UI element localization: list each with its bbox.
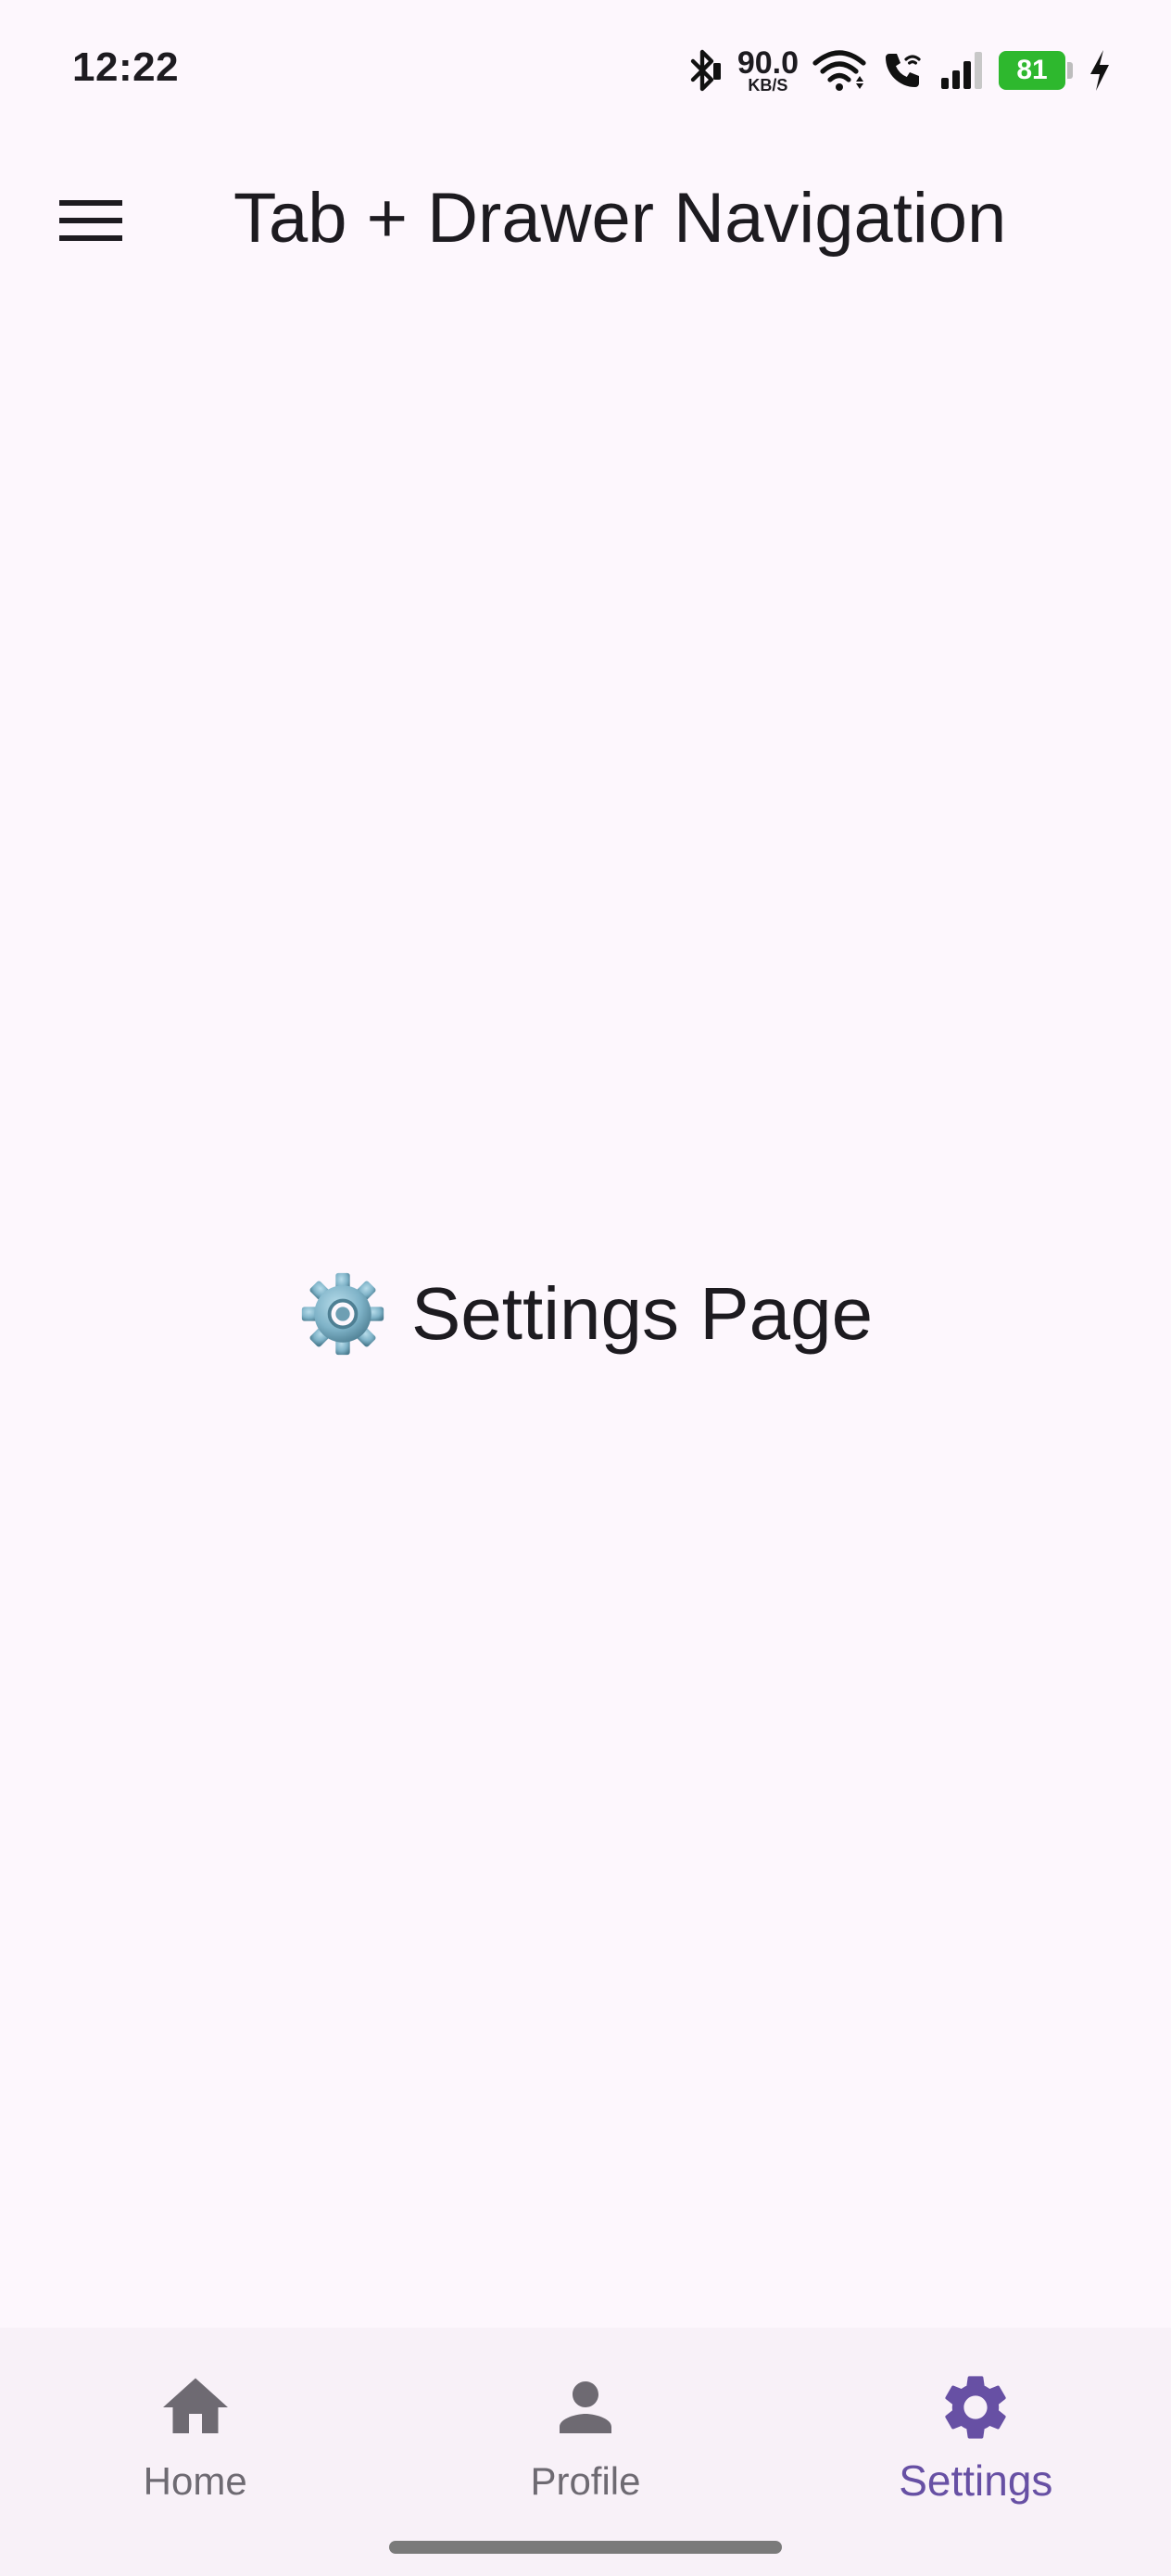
tab-home[interactable]: Home [0,2328,390,2576]
tab-settings-label: Settings [899,2456,1053,2505]
tab-profile[interactable]: Profile [390,2328,780,2576]
wifi-calling-icon [886,54,921,87]
gear-emoji-icon [301,1272,384,1356]
cellular-signal-icon [941,52,982,89]
person-icon [559,2381,611,2433]
page-heading: Settings Page [0,1269,1171,1358]
network-speed-value: 90.0 [737,45,799,81]
status-bar: 12:22 90.0 KB/S 81 [0,0,1171,139]
home-icon [162,2378,228,2433]
hamburger-menu-icon [59,200,122,241]
status-icons: 90.0 KB/S 81 [667,44,1114,96]
app-bar: Tab + Drawer Navigation [0,139,1171,298]
tab-settings[interactable]: Settings [781,2328,1171,2576]
app-title: Tab + Drawer Navigation [233,179,1007,258]
wifi-icon [812,50,866,91]
settings-page: Settings Page [0,298,1171,2337]
battery-icon: 81 [999,51,1073,90]
drawer-menu-button[interactable] [46,187,135,254]
status-time: 12:22 [72,44,180,90]
tab-profile-label: Profile [530,2459,641,2503]
settings-icon [945,2376,1006,2439]
network-speed-unit: KB/S [748,76,788,95]
home-indicator[interactable] [389,2541,782,2554]
page-heading-text: Settings Page [410,1272,874,1355]
bottom-tab-bar: Home Profile Settings [0,2328,1171,2576]
battery-level: 81 [999,51,1065,90]
tab-home-label: Home [143,2459,247,2503]
bluetooth-icon [690,49,721,92]
network-speed: 90.0 KB/S [737,47,799,94]
charging-bolt-icon [1090,50,1109,91]
